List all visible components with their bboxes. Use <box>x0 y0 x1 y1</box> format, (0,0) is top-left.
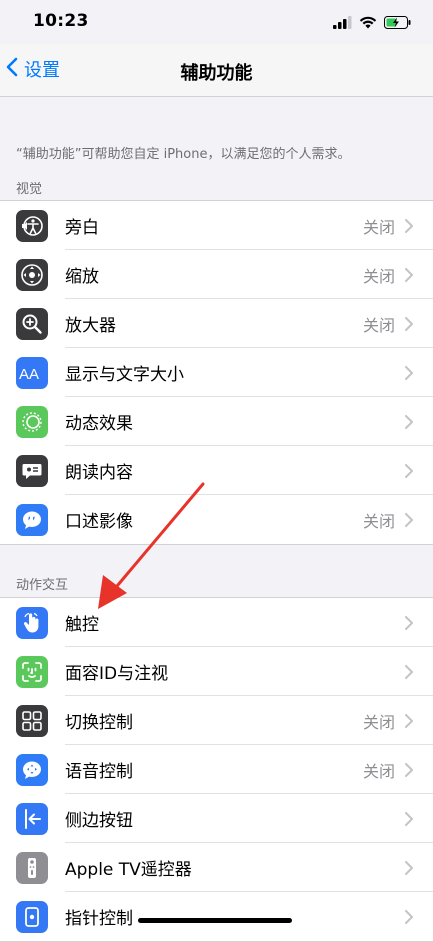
chevron-right-icon <box>405 267 413 282</box>
settings-row-label: 切换控制 <box>65 713 133 733</box>
settings-row-face-id-attention[interactable]: 面容ID与注视 <box>0 647 433 696</box>
settings-row-value: 关闭 <box>362 266 395 286</box>
chevron-right-icon <box>405 762 413 777</box>
settings-row-label: 口述影像 <box>65 512 133 532</box>
settings-row-label: 语音控制 <box>65 762 133 782</box>
settings-row-label: Apple TV遥控器 <box>65 860 192 880</box>
intro-text: “辅助功能”可帮助您自定 iPhone，以满足您的个人需求。 <box>16 147 351 162</box>
settings-row-switch-control[interactable]: 切换控制 关闭 <box>0 696 433 745</box>
touch-icon <box>16 606 48 639</box>
spoken-content-icon <box>16 454 48 487</box>
settings-row-voiceover[interactable]: 旁白 关闭 <box>0 201 433 250</box>
settings-row-touch[interactable]: 触控 <box>0 598 433 647</box>
side-button-icon <box>16 802 48 835</box>
settings-row-pointer-control[interactable]: 指针控制 <box>0 892 433 941</box>
svg-text:AA: AA <box>19 366 39 383</box>
chevron-right-icon <box>405 512 413 527</box>
chevron-right-icon <box>405 909 413 924</box>
audio-description-icon <box>16 503 48 536</box>
cellular-signal-icon <box>333 14 352 33</box>
settings-row-motion[interactable]: 动态效果 <box>0 397 433 446</box>
chevron-right-icon <box>405 615 413 630</box>
status-bar: 10:23 <box>0 0 433 44</box>
face-id-icon <box>16 655 48 688</box>
magnifier-icon <box>16 307 48 340</box>
home-indicator[interactable] <box>138 918 292 923</box>
voice-control-icon <box>16 753 48 786</box>
page-title: 辅助功能 <box>180 63 253 84</box>
chevron-right-icon <box>405 365 413 380</box>
switch-control-icon <box>16 704 48 737</box>
settings-row-display-text-size[interactable]: AA 显示与文字大小 <box>0 348 433 397</box>
settings-row-apple-tv-remote[interactable]: Apple TV遥控器 <box>0 843 433 892</box>
settings-row-zoom[interactable]: 缩放 关闭 <box>0 250 433 299</box>
settings-row-label: 动态效果 <box>65 414 133 434</box>
apple-tv-remote-icon <box>16 851 48 884</box>
text-size-icon: AA <box>16 356 48 389</box>
chevron-right-icon <box>405 860 413 875</box>
section-header-physical-motor: 动作交互 <box>16 578 69 593</box>
settings-row-audio-descriptions[interactable]: 口述影像 关闭 <box>0 495 433 544</box>
settings-group-physical-motor: 触控 面容ID与注视 切换控制 关闭 语音控制 关闭 侧边按钮 Apple TV… <box>0 597 433 942</box>
settings-row-voice-control[interactable]: 语音控制 关闭 <box>0 745 433 794</box>
settings-row-magnifier[interactable]: 放大器 关闭 <box>0 299 433 348</box>
battery-charging-icon <box>384 14 411 33</box>
settings-row-label: 旁白 <box>65 218 99 238</box>
settings-row-label: 显示与文字大小 <box>65 365 184 385</box>
settings-group-vision: 旁白 关闭 缩放 关闭 放大器 关闭 AA 显示与文字大小 动态效果 朗读内容 … <box>0 200 433 545</box>
settings-row-value: 关闭 <box>362 217 395 237</box>
chevron-right-icon <box>405 218 413 233</box>
settings-row-label: 面容ID与注视 <box>65 664 169 684</box>
settings-row-label: 缩放 <box>65 267 99 287</box>
status-icons <box>333 14 411 33</box>
chevron-right-icon <box>405 414 413 429</box>
settings-row-label: 放大器 <box>65 316 116 336</box>
chevron-right-icon <box>405 463 413 478</box>
settings-row-label: 朗读内容 <box>65 463 133 483</box>
settings-row-label: 侧边按钮 <box>65 811 133 831</box>
pointer-control-icon <box>16 900 48 933</box>
settings-row-value: 关闭 <box>362 712 395 732</box>
status-time: 10:23 <box>33 11 89 31</box>
navigation-bar: 设置 辅助功能 <box>0 44 433 97</box>
settings-row-spoken-content[interactable]: 朗读内容 <box>0 446 433 495</box>
settings-row-value: 关闭 <box>362 761 395 781</box>
section-header-vision: 视觉 <box>16 182 43 197</box>
chevron-right-icon <box>405 664 413 679</box>
settings-row-value: 关闭 <box>362 315 395 335</box>
chevron-right-icon <box>405 811 413 826</box>
settings-row-label: 指针控制 <box>65 909 133 929</box>
voiceover-icon <box>16 209 48 242</box>
wifi-icon <box>359 14 377 33</box>
settings-row-side-button[interactable]: 侧边按钮 <box>0 794 433 843</box>
chevron-right-icon <box>405 316 413 331</box>
zoom-icon <box>16 258 48 291</box>
chevron-right-icon <box>405 713 413 728</box>
settings-row-label: 触控 <box>65 615 99 635</box>
settings-row-value: 关闭 <box>362 511 395 531</box>
motion-icon <box>16 405 48 438</box>
